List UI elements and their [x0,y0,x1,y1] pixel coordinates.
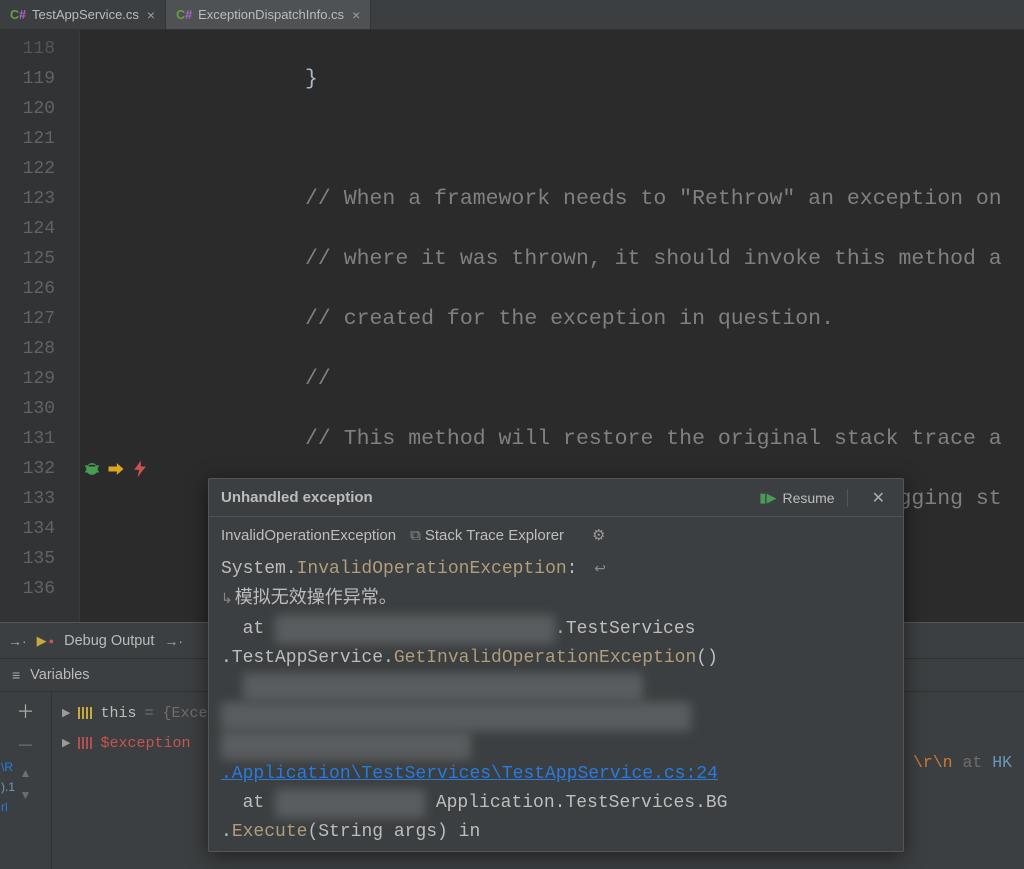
popup-title: Unhandled exception [221,489,751,506]
line-gutter[interactable]: 118 119120121122 123124125126 1271281291… [0,30,80,622]
tab-testappservice[interactable]: C# TestAppService.cs × [0,0,166,29]
play-icon: ▮▶ [759,490,776,506]
gear-icon[interactable]: ⚙ [592,526,605,544]
csharp-icon: C# [10,8,26,22]
close-icon[interactable]: ✕ [866,486,891,510]
source-path-link[interactable]: .Application\TestServices\TestAppService… [221,764,718,784]
tab-exceptiondispatchinfo[interactable]: C# ExceptionDispatchInfo.cs × [166,0,371,29]
expand-icon[interactable]: ▶ [62,706,70,720]
exception-popup: Unhandled exception ▮▶ Resume ✕ InvalidO… [208,478,904,852]
variables-label: Variables [30,667,89,683]
pin-right-icon[interactable]: →· [164,633,183,649]
object-icon [78,707,92,719]
pin-icon[interactable]: →· [8,633,27,649]
remove-watch-button[interactable]: － [17,732,35,758]
move-up-button[interactable]: ▲ [20,766,32,780]
add-watch-button[interactable]: ＋ [17,698,35,724]
expand-icon[interactable]: ▶ [62,736,70,750]
bug-icon [82,459,102,479]
debug-output-label[interactable]: Debug Output [64,633,154,649]
exception-type-link[interactable]: InvalidOperationException [221,527,396,544]
object-icon [78,737,92,749]
menu-icon[interactable]: ≡ [12,667,20,683]
editor-tabs: C# TestAppService.cs × C# ExceptionDispa… [0,0,1024,30]
popup-subheader: InvalidOperationException ⧉Stack Trace E… [209,517,903,553]
popup-header[interactable]: Unhandled exception ▮▶ Resume ✕ [209,479,903,517]
tab-label: ExceptionDispatchInfo.cs [198,7,344,22]
exception-bolt-icon [130,459,150,479]
stack-trace-body[interactable]: System.InvalidOperationException: ↩ ↳模拟无… [209,553,903,855]
csharp-icon: C# [176,8,192,22]
stack-trace-explorer-link[interactable]: ⧉Stack Trace Explorer [410,527,564,544]
copy-icon: ⧉ [410,527,421,544]
wrap-icon: ↩ [594,562,606,578]
debug-output-icon: ▶● [37,633,54,649]
execution-pointer-icon [106,459,126,479]
tab-label: TestAppService.cs [32,7,139,22]
move-down-button[interactable]: ▼ [20,788,32,802]
close-icon[interactable]: × [350,7,362,23]
left-tool-tabs[interactable]: \R ).1 rl [0,758,18,818]
close-icon[interactable]: × [145,7,157,23]
resume-button[interactable]: ▮▶ Resume [751,486,842,510]
